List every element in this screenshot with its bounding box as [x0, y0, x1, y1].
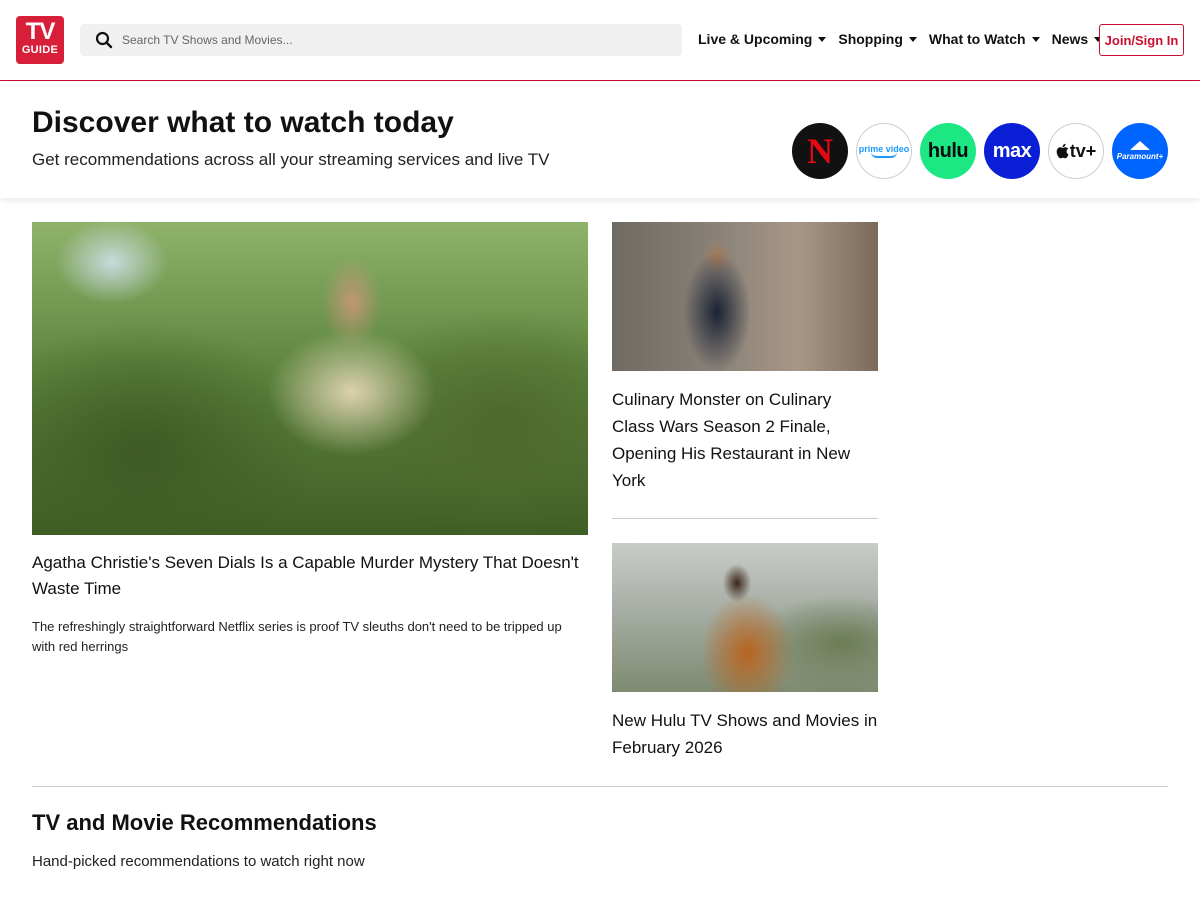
- search-bar: [80, 24, 682, 56]
- chevron-down-icon: [818, 36, 827, 42]
- nav-item-label: Live & Upcoming: [698, 31, 813, 47]
- side-article-image[interactable]: [612, 222, 878, 371]
- paramount-plus-logo[interactable]: Paramount+: [1112, 123, 1168, 179]
- nav-item-label: News: [1051, 31, 1089, 47]
- nav-item-news[interactable]: News: [1052, 31, 1103, 47]
- max-logo-text: max: [992, 139, 1032, 162]
- discover-section: Discover what to watch today Get recomme…: [0, 82, 1200, 198]
- top-header: TV GUIDE Live & Upcoming Shopping What t…: [0, 0, 1200, 81]
- prime-smile-icon: [871, 152, 897, 158]
- netflix-logo[interactable]: N: [792, 123, 848, 179]
- side-article[interactable]: New Hulu TV Shows and Movies in February…: [612, 543, 878, 761]
- hulu-logo[interactable]: hulu: [920, 123, 976, 179]
- main-nav: Live & Upcoming Shopping What to Watch N…: [698, 30, 1114, 48]
- featured-article-image[interactable]: [32, 222, 588, 535]
- nav-item-live-upcoming[interactable]: Live & Upcoming: [698, 31, 827, 47]
- prime-video-logo[interactable]: prime video: [856, 123, 912, 179]
- chevron-down-icon: [1031, 36, 1040, 42]
- paramount-plus-logo-text: Paramount+: [1116, 152, 1164, 161]
- nav-item-label: Shopping: [838, 31, 903, 47]
- divider: [32, 786, 1168, 787]
- netflix-logo-text: N: [807, 131, 833, 171]
- nav-item-label: What to Watch: [928, 31, 1026, 47]
- chevron-down-icon: [908, 36, 917, 42]
- discover-title: Discover what to watch today: [32, 106, 454, 139]
- tv-guide-logo[interactable]: TV GUIDE: [16, 16, 64, 64]
- side-article[interactable]: Culinary Monster on Culinary Class Wars …: [612, 222, 878, 494]
- search-input[interactable]: [122, 25, 662, 55]
- streaming-services: N prime video hulu max tv+ Paramount+: [792, 123, 1176, 179]
- discover-subtitle: Get recommendations across all your stre…: [32, 150, 550, 169]
- nav-item-what-to-watch[interactable]: What to Watch: [929, 31, 1040, 47]
- nav-item-shopping[interactable]: Shopping: [838, 31, 917, 47]
- divider: [612, 518, 878, 519]
- side-article-title[interactable]: New Hulu TV Shows and Movies in February…: [612, 707, 878, 761]
- search-icon[interactable]: [95, 31, 113, 49]
- apple-icon: [1056, 143, 1069, 159]
- mountain-icon: [1130, 141, 1150, 150]
- apple-tv-logo-text: tv+: [1069, 140, 1097, 161]
- recommendations-title: TV and Movie Recommendations: [32, 810, 377, 835]
- join-sign-in-button[interactable]: Join/Sign In: [1099, 24, 1184, 56]
- featured-article-title[interactable]: Agatha Christie's Seven Dials Is a Capab…: [32, 550, 588, 602]
- apple-tv-logo[interactable]: tv+: [1048, 123, 1104, 179]
- side-article-image[interactable]: [612, 543, 878, 692]
- logo-line2: GUIDE: [21, 44, 59, 56]
- logo-line1: TV: [25, 18, 56, 45]
- featured-article[interactable]: Agatha Christie's Seven Dials Is a Capab…: [32, 222, 588, 657]
- featured-article-dek: The refreshingly straightforward Netflix…: [32, 619, 562, 654]
- max-logo[interactable]: max: [984, 123, 1040, 179]
- hulu-logo-text: hulu: [927, 139, 969, 162]
- recommendations-subtitle: Hand-picked recommendations to watch rig…: [32, 853, 365, 870]
- side-article-title[interactable]: Culinary Monster on Culinary Class Wars …: [612, 386, 878, 494]
